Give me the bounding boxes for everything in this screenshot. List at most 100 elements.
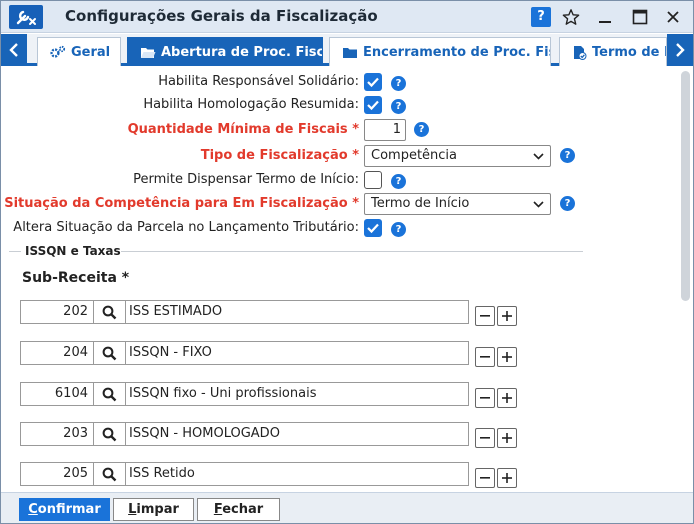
help-icon[interactable]: ? xyxy=(560,196,575,211)
confirm-button[interactable]: Confirmar xyxy=(19,498,110,521)
responsavel-solidario-checkbox[interactable] xyxy=(364,73,382,91)
chevron-down-icon xyxy=(533,153,544,160)
button-label: onfirmar xyxy=(37,502,101,517)
form-content: Habilita Responsável Solidário: ? Habili… xyxy=(1,69,693,492)
star-icon[interactable] xyxy=(559,6,583,28)
remove-row-button[interactable] xyxy=(475,347,495,367)
help-button[interactable]: ? xyxy=(531,7,551,27)
field-row: Quantidade Mínima de Fiscais * 1 ? xyxy=(1,119,681,141)
subreceita-code-input[interactable]: 203 xyxy=(20,422,93,446)
close-icon[interactable] xyxy=(661,6,685,28)
help-icon[interactable]: ? xyxy=(391,222,406,237)
close-button[interactable]: Fechar xyxy=(197,498,280,521)
button-label: echar xyxy=(222,502,264,517)
tab-label: Geral xyxy=(71,44,111,60)
remove-row-button[interactable] xyxy=(475,306,495,326)
subreceita-row: 203 ISSQN - HOMOLOGADO xyxy=(20,422,520,448)
homologacao-resumida-checkbox[interactable] xyxy=(364,96,382,114)
add-row-button[interactable] xyxy=(497,306,517,326)
help-icon[interactable]: ? xyxy=(391,76,406,91)
subreceita-code-input[interactable]: 205 xyxy=(20,462,93,486)
minimize-icon[interactable] xyxy=(593,6,617,28)
tipo-fiscalizacao-select[interactable]: Competência xyxy=(364,145,551,167)
folder-open-icon xyxy=(141,47,156,58)
tab-label: Encerramento de Proc. Fiscal xyxy=(363,44,550,60)
field-label: Habilita Responsável Solidário: xyxy=(158,74,359,89)
remove-row-button[interactable] xyxy=(475,468,495,488)
search-icon[interactable] xyxy=(93,422,126,446)
subreceita-row: 202 ISS ESTIMADO xyxy=(20,300,520,326)
field-label: Habilita Homologação Resumida: xyxy=(143,97,359,112)
title-bar: Configurações Gerais da Fiscalização ? xyxy=(1,1,693,33)
field-row: Altera Situação da Parcela no Lançamento… xyxy=(1,217,681,239)
subreceita-row: 205 ISS Retido xyxy=(20,462,520,488)
dispensar-termo-checkbox[interactable] xyxy=(364,171,382,189)
field-row: Habilita Responsável Solidário: ? xyxy=(1,71,681,93)
folder-icon xyxy=(343,47,357,58)
subreceita-name-field: ISSQN - FIXO xyxy=(126,341,469,365)
altera-situacao-parcela-checkbox[interactable] xyxy=(364,219,382,237)
chevron-down-icon xyxy=(533,201,544,208)
help-icon[interactable]: ? xyxy=(391,174,406,189)
document-check-icon xyxy=(574,45,587,60)
subreceita-code-input[interactable]: 202 xyxy=(20,300,93,324)
select-value: Competência xyxy=(371,148,458,163)
maximize-icon[interactable] xyxy=(628,6,652,28)
field-label: Permite Dispensar Termo de Início: xyxy=(133,172,359,187)
subreceita-code-input[interactable]: 204 xyxy=(20,341,93,365)
accel-key: F xyxy=(213,502,223,517)
subreceita-name-field: ISS ESTIMADO xyxy=(126,300,469,324)
select-value: Termo de Início xyxy=(371,196,470,211)
subreceita-name-field: ISS Retido xyxy=(126,462,469,486)
tab-label: Termo de Início xyxy=(592,44,666,60)
quantidade-fiscais-input[interactable]: 1 xyxy=(364,119,406,141)
search-icon[interactable] xyxy=(93,341,126,365)
search-icon[interactable] xyxy=(93,300,126,324)
add-row-button[interactable] xyxy=(497,428,517,448)
subreceita-code-input[interactable]: 6104 xyxy=(20,382,93,406)
field-row: Permite Dispensar Termo de Início: ? xyxy=(1,169,681,191)
field-label: Altera Situação da Competência para Em F… xyxy=(1,196,359,211)
wrench-app-icon xyxy=(9,5,43,29)
field-label: Altera Situação da Parcela no Lançamento… xyxy=(13,220,359,235)
section-divider xyxy=(9,251,21,252)
search-icon[interactable] xyxy=(93,382,126,406)
subreceita-name-field: ISSQN fixo - Uni profissionais xyxy=(126,382,469,406)
tab-bar: Geral Abertura de Proc. Fiscal Encerrame… xyxy=(1,34,693,66)
remove-row-button[interactable] xyxy=(475,428,495,448)
add-row-button[interactable] xyxy=(497,388,517,408)
subreceita-title: Sub-Receita * xyxy=(22,270,130,286)
field-row: Habilita Homologação Resumida: ? xyxy=(1,94,681,116)
field-row: Altera Situação da Competência para Em F… xyxy=(1,193,681,215)
altera-situacao-competencia-select[interactable]: Termo de Início xyxy=(364,193,551,215)
section-divider xyxy=(121,251,583,252)
clear-button[interactable]: Limpar xyxy=(113,498,194,521)
field-label: Quantidade Mínima de Fiscais * xyxy=(127,122,359,137)
subreceita-row: 204 ISSQN - FIXO xyxy=(20,341,520,367)
footer-bar: Confirmar Limpar Fechar xyxy=(1,492,693,523)
help-icon[interactable]: ? xyxy=(414,122,429,137)
tab-geral[interactable]: Geral xyxy=(37,37,121,66)
config-window: Configurações Gerais da Fiscalização ? G… xyxy=(0,0,694,524)
tab-termo-inicio[interactable]: Termo de Início xyxy=(559,37,667,66)
add-row-button[interactable] xyxy=(497,468,517,488)
tab-abertura[interactable]: Abertura de Proc. Fiscal xyxy=(127,37,323,66)
add-row-button[interactable] xyxy=(497,347,517,367)
section-title: ISSQN e Taxas xyxy=(25,244,121,258)
help-icon[interactable]: ? xyxy=(560,148,575,163)
tab-encerramento[interactable]: Encerramento de Proc. Fiscal xyxy=(329,37,551,66)
tab-label: Abertura de Proc. Fiscal xyxy=(161,44,323,60)
vertical-scrollbar[interactable] xyxy=(681,71,690,301)
tab-scroll-left-icon[interactable] xyxy=(1,34,27,66)
help-icon[interactable]: ? xyxy=(391,99,406,114)
field-row: Tipo de Fiscalização * Competência ? xyxy=(1,145,681,167)
accel-key: C xyxy=(28,502,38,517)
field-label: Tipo de Fiscalização * xyxy=(200,148,359,163)
tab-scroll-right-icon[interactable] xyxy=(667,34,693,66)
search-icon[interactable] xyxy=(93,462,126,486)
subreceita-name-field: ISSQN - HOMOLOGADO xyxy=(126,422,469,446)
subreceita-row: 6104 ISSQN fixo - Uni profissionais xyxy=(20,382,520,408)
remove-row-button[interactable] xyxy=(475,388,495,408)
window-title: Configurações Gerais da Fiscalização xyxy=(65,7,378,25)
button-label: impar xyxy=(136,502,179,517)
